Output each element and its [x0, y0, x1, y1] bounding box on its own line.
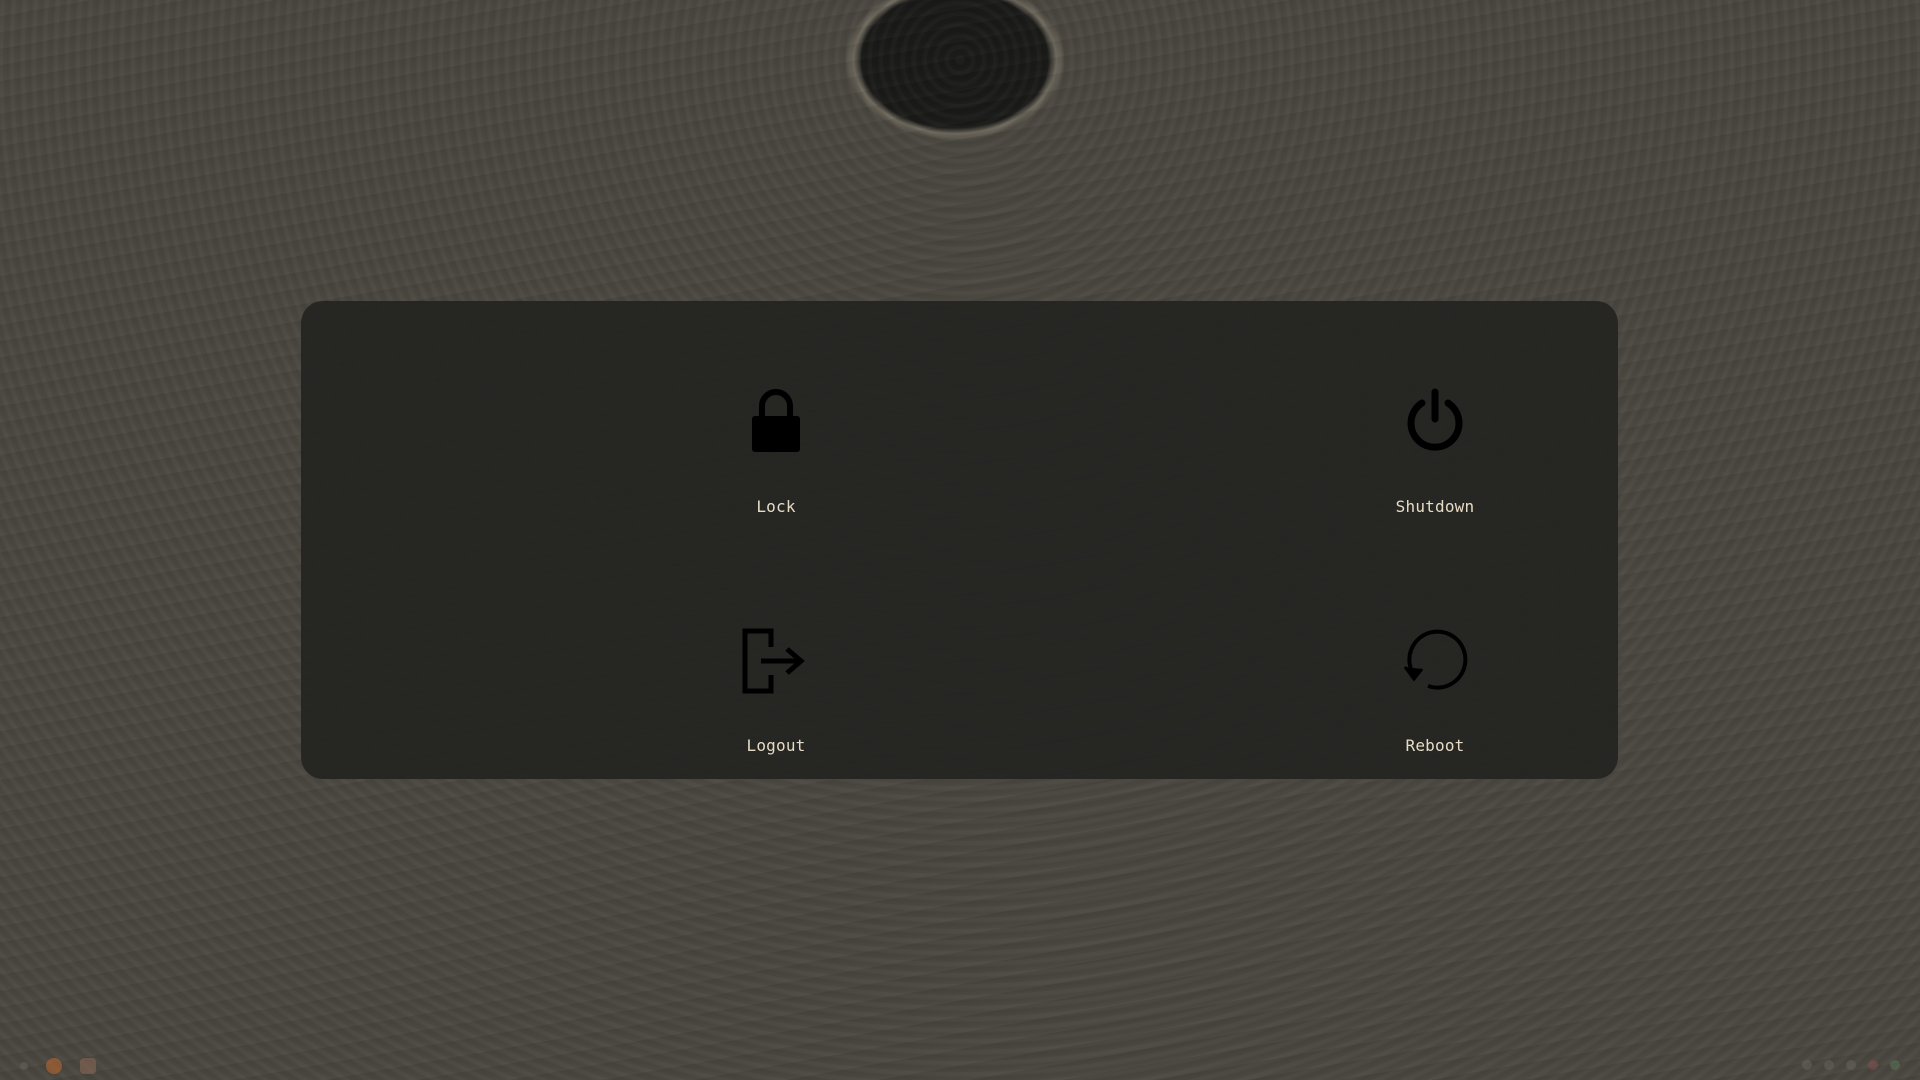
logout-label: Logout [746, 736, 806, 755]
taskbar [0, 1052, 1920, 1080]
menu-icon[interactable] [20, 1062, 28, 1070]
logout-button[interactable]: Logout [626, 620, 926, 810]
reboot-label: Reboot [1405, 736, 1465, 755]
reboot-icon [1395, 620, 1475, 700]
lock-button[interactable]: Lock [626, 381, 926, 571]
volume-icon[interactable] [1824, 1060, 1834, 1070]
taskbar-left [20, 1058, 96, 1074]
desktop-wallpaper: Lock Shutdown Logout Reboot [0, 0, 1920, 1080]
status-icon[interactable] [1890, 1060, 1900, 1070]
battery-icon[interactable] [1846, 1060, 1856, 1070]
lock-label: Lock [756, 497, 796, 516]
logout-icon [736, 620, 816, 700]
firefox-icon[interactable] [46, 1058, 62, 1074]
app-icon[interactable] [80, 1058, 96, 1074]
network-icon[interactable] [1802, 1060, 1812, 1070]
shutdown-button[interactable]: Shutdown [1285, 381, 1585, 571]
lock-icon [736, 381, 816, 461]
power-icon [1395, 381, 1475, 461]
taskbar-right [1802, 1060, 1900, 1070]
reboot-button[interactable]: Reboot [1285, 620, 1585, 810]
shutdown-label: Shutdown [1395, 497, 1475, 516]
notification-icon[interactable] [1868, 1060, 1878, 1070]
power-menu-dialog: Lock Shutdown Logout Reboot [301, 301, 1618, 779]
